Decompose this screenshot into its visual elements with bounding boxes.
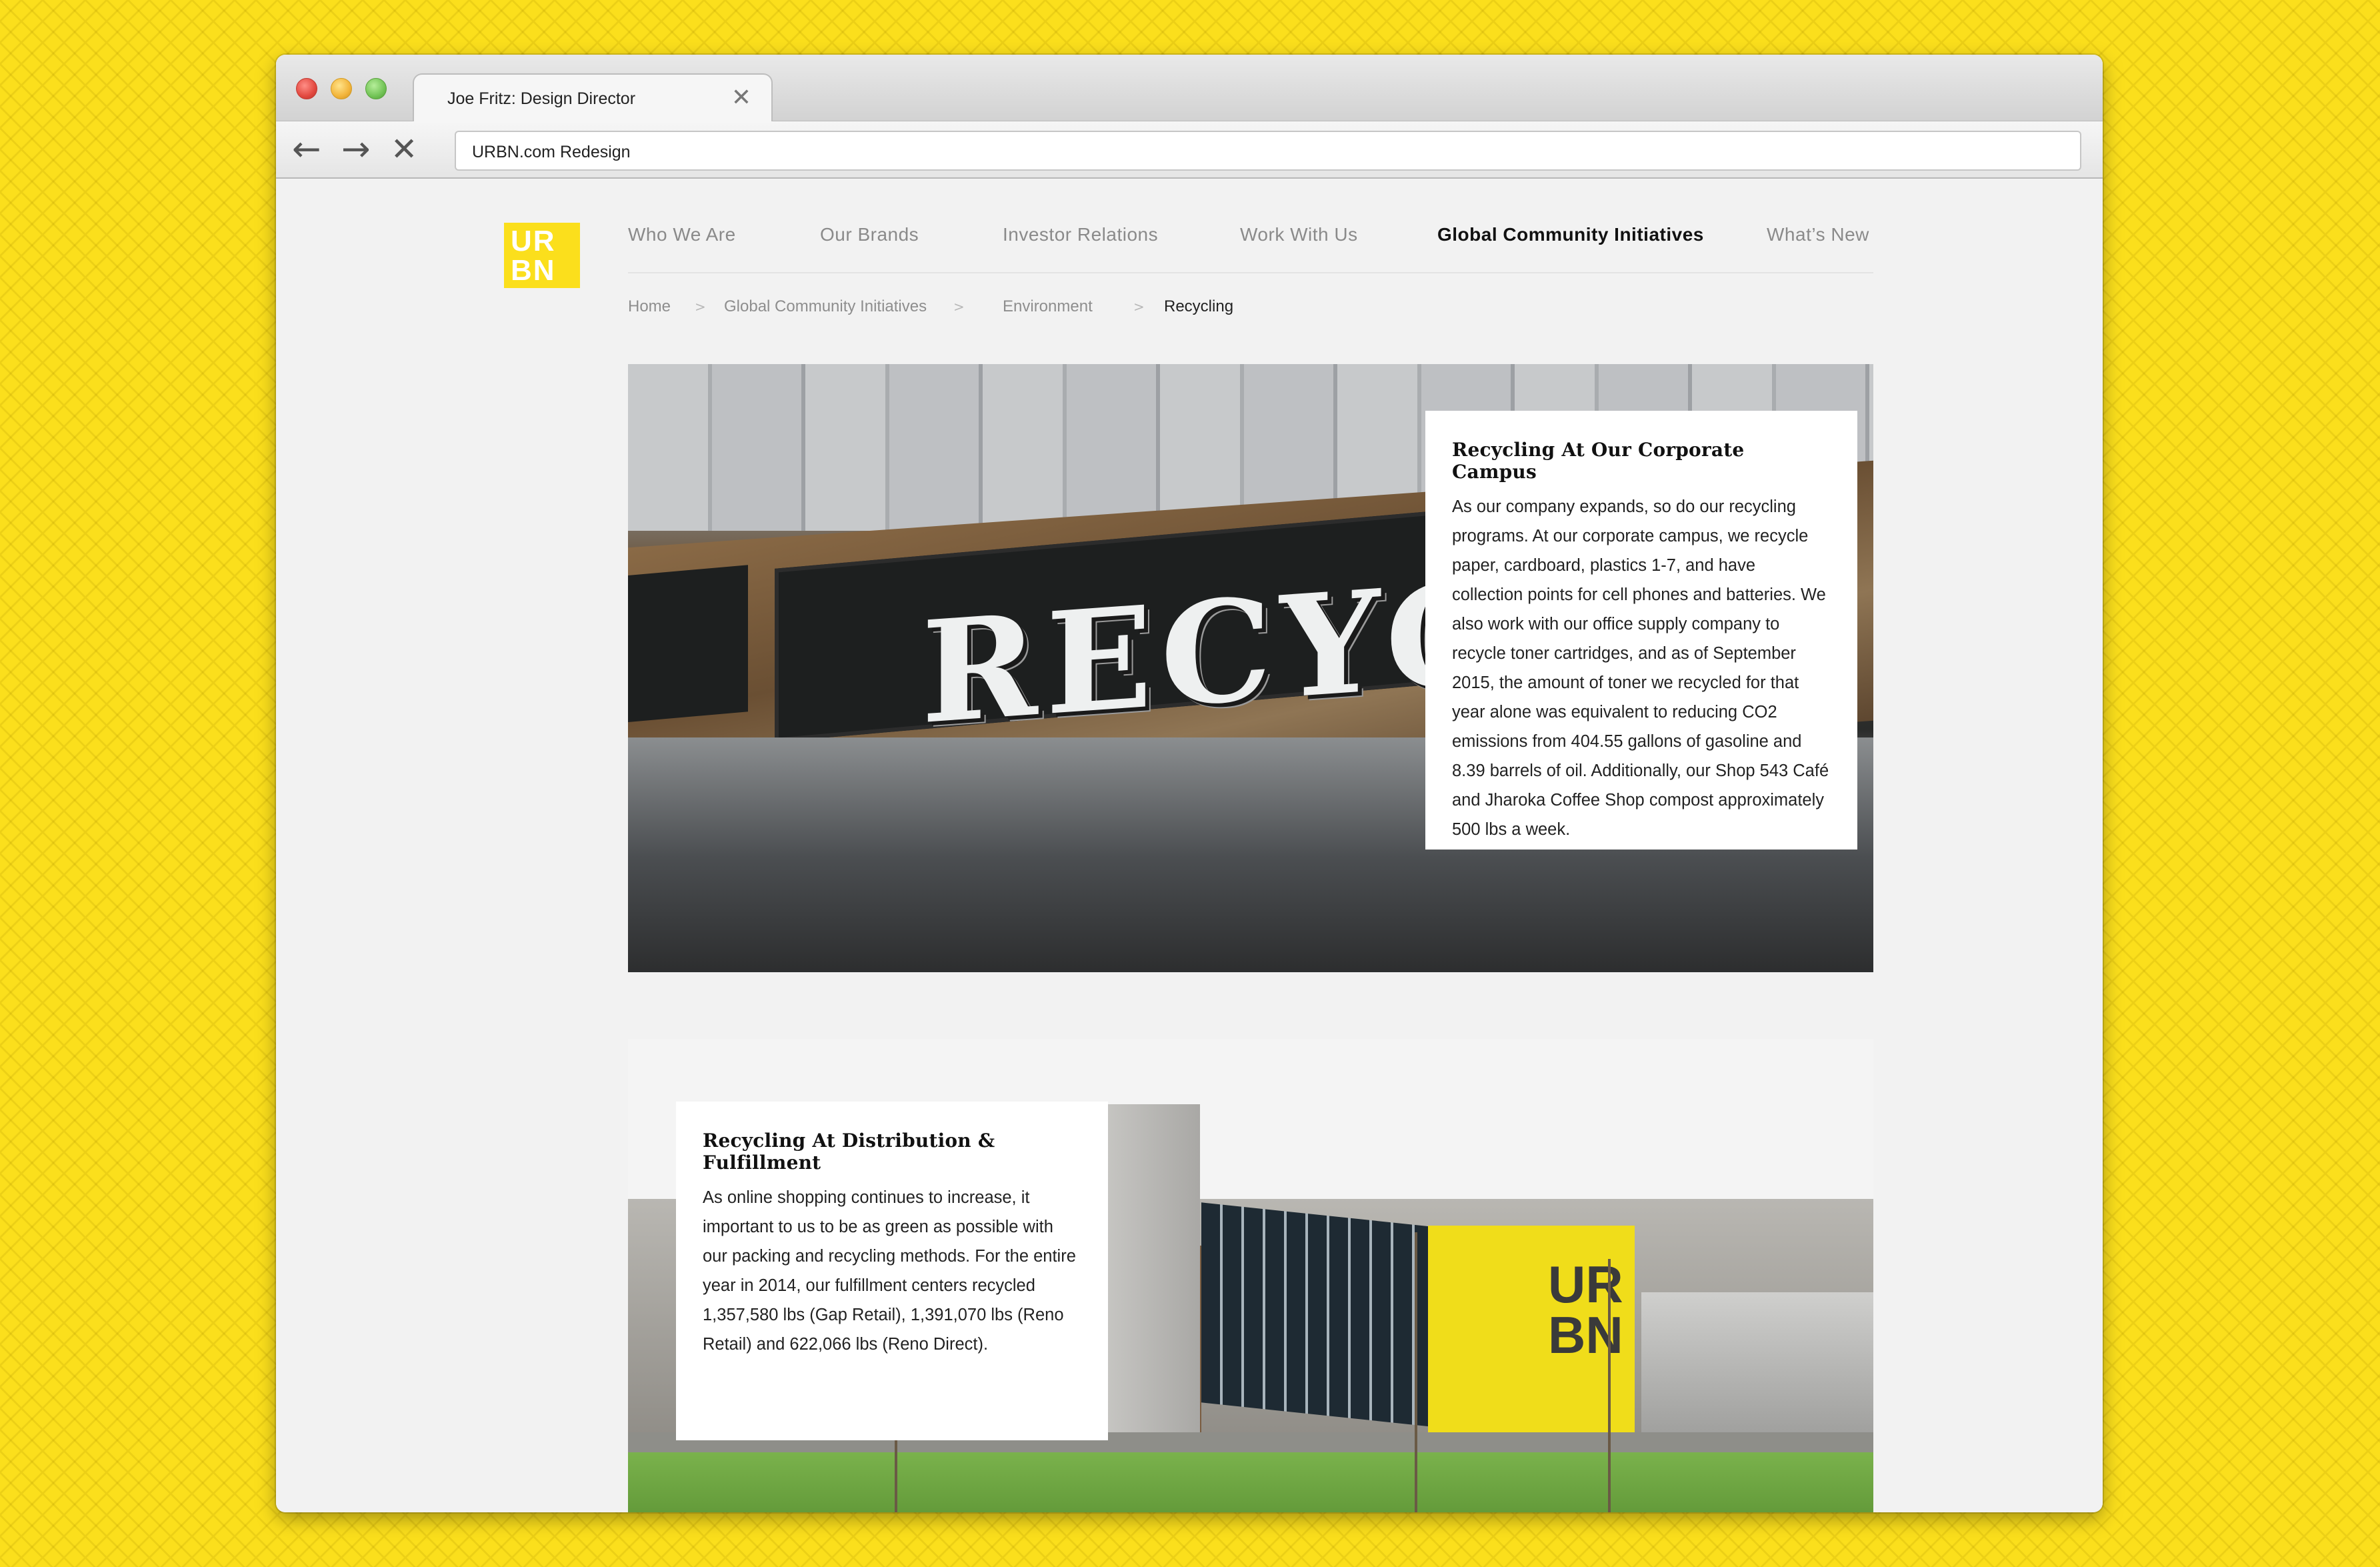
corporate-campus-body: As our company expands, so do our recycl…: [1452, 497, 1829, 839]
distribution-card: Recycling At Distribution & Fulfillment …: [676, 1102, 1108, 1440]
close-tab-icon[interactable]: ✕: [731, 84, 751, 111]
close-window-button[interactable]: [296, 78, 317, 99]
breadcrumb-global-community-initiatives[interactable]: Global Community Initiatives: [724, 297, 927, 316]
distribution-body: As online shopping continues to increase…: [703, 1188, 1076, 1354]
main-navigation: Who We Are Our Brands Investor Relations…: [628, 224, 1875, 251]
breadcrumb-recycling: Recycling: [1164, 297, 1234, 315]
logo-line-1: UR: [511, 225, 556, 257]
nav-item-our-brands[interactable]: Our Brands: [820, 224, 919, 245]
forward-arrow-icon[interactable]: →: [341, 132, 371, 167]
nav-item-global-community-initiatives[interactable]: Global Community Initiatives: [1437, 224, 1704, 245]
address-bar[interactable]: URBN.com Redesign: [455, 131, 2081, 171]
hero-chalkboard-small: [628, 565, 748, 723]
address-bar-text: URBN.com Redesign: [472, 143, 631, 161]
breadcrumb-separator: >: [1133, 299, 1145, 315]
urbn-logo[interactable]: UR BN: [504, 223, 580, 288]
hero-tower-logo: UR BN: [1548, 1255, 1623, 1364]
tree: [1608, 1259, 1611, 1512]
stop-loading-icon[interactable]: ✕: [391, 132, 417, 167]
back-arrow-icon[interactable]: ←: [292, 132, 321, 167]
breadcrumb-separator: >: [695, 299, 706, 315]
nav-item-investor-relations[interactable]: Investor Relations: [1003, 224, 1158, 245]
distribution-title: Recycling At Distribution & Fulfillment: [703, 1130, 995, 1174]
hero-building-annex: [1641, 1292, 1873, 1446]
tree: [1415, 1232, 1417, 1512]
corporate-campus-hero-image: RECYCLI Recycling At Our Corporate Campu…: [628, 364, 1873, 972]
corporate-campus-card: Recycling At Our Corporate Campus As our…: [1425, 411, 1857, 850]
nav-divider: [628, 272, 1873, 273]
browser-window: Joe Fritz: Design Director ✕ ← → ✕ URBN.…: [276, 55, 2103, 1512]
tab-title: Joe Fritz: Design Director: [447, 89, 636, 108]
page-viewport: UR BN Who We Are Our Brands Investor Rel…: [276, 180, 2103, 1512]
distribution-hero-image: UR BN Recycling At Distribution & Fulfil…: [628, 1039, 1873, 1512]
browser-toolbar: ← → ✕ URBN.com Redesign: [276, 121, 2103, 179]
nav-item-whats-new[interactable]: What’s New: [1767, 224, 1869, 245]
corporate-campus-title: Recycling At Our Corporate Campus: [1452, 439, 1745, 483]
logo-line-2: BN: [511, 254, 556, 287]
tower-logo-line-1: UR: [1548, 1255, 1623, 1314]
browser-tab[interactable]: Joe Fritz: Design Director ✕: [413, 73, 773, 123]
breadcrumb-separator: >: [953, 299, 965, 315]
breadcrumb-home[interactable]: Home: [628, 297, 671, 316]
minimize-window-button[interactable]: [331, 78, 352, 99]
breadcrumb-environment[interactable]: Environment: [1003, 297, 1093, 316]
hero-building-concrete-column: [1107, 1104, 1200, 1451]
nav-item-work-with-us[interactable]: Work With Us: [1240, 224, 1358, 245]
browser-tabstrip: Joe Fritz: Design Director ✕: [276, 55, 2103, 123]
tower-logo-line-2: BN: [1548, 1306, 1623, 1364]
zoom-window-button[interactable]: [365, 78, 387, 99]
hero-lawn: [628, 1452, 1873, 1512]
nav-item-who-we-are[interactable]: Who We Are: [628, 224, 736, 245]
